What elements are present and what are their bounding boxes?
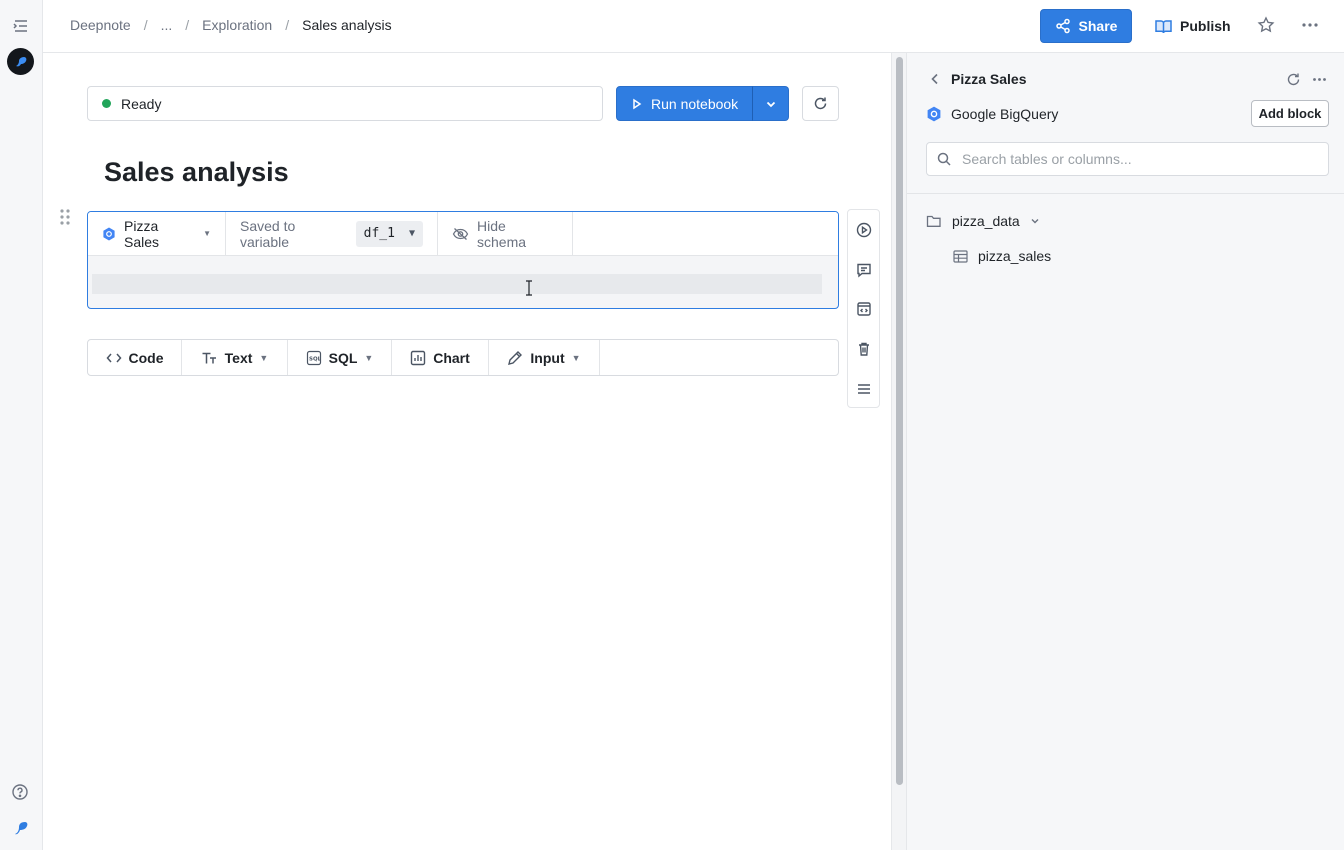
hide-schema-label: Hide schema — [477, 217, 527, 250]
add-code-button[interactable]: Code — [88, 340, 182, 375]
chevron-down-icon — [1030, 216, 1040, 226]
publish-button[interactable]: Publish — [1151, 9, 1235, 43]
sql-icon: SQL — [306, 350, 322, 366]
deepnote-logo[interactable] — [7, 48, 34, 75]
breadcrumb-item-exploration[interactable]: Exploration — [202, 17, 272, 33]
refresh-icon[interactable] — [1286, 72, 1301, 87]
add-text-button[interactable]: Text ▼ — [182, 340, 288, 375]
search-input[interactable] — [962, 151, 1312, 167]
saved-to-variable-label: Saved to variable — [240, 217, 296, 250]
kernel-status[interactable]: Ready — [87, 86, 603, 121]
eye-off-icon — [452, 227, 469, 241]
caret-down-icon: ▼ — [259, 352, 269, 363]
add-input-button[interactable]: Input ▼ — [489, 340, 600, 375]
folder-icon — [926, 214, 942, 228]
tree-item-table[interactable]: pizza_sales — [953, 248, 1051, 264]
breadcrumb-item-ellipsis[interactable]: ... — [161, 17, 173, 33]
add-chart-label: Chart — [433, 349, 470, 366]
caret-down-icon: ▼ — [203, 229, 211, 238]
breadcrumb-item-deepnote[interactable]: Deepnote — [70, 17, 131, 33]
refresh-icon — [813, 96, 828, 111]
menu-icon[interactable] — [856, 381, 872, 397]
bigquery-icon — [102, 227, 116, 241]
add-sql-label: SQL — [328, 349, 358, 366]
play-icon — [631, 98, 643, 110]
breadcrumb: Deepnote / ... / Exploration / Sales ana… — [70, 17, 392, 33]
caret-down-icon: ▼ — [408, 228, 415, 239]
top-bar: Deepnote / ... / Exploration / Sales ana… — [43, 0, 1344, 53]
sql-editor[interactable] — [92, 274, 822, 294]
variable-name: df_1 — [363, 226, 395, 241]
panel-divider — [907, 193, 1344, 194]
share-label: Share — [1078, 18, 1118, 34]
notebook-scrollbar[interactable] — [891, 53, 906, 850]
left-rail — [0, 0, 43, 850]
run-block-icon[interactable] — [856, 222, 872, 238]
add-chart-button[interactable]: Chart — [392, 340, 489, 375]
help-icon[interactable] — [11, 783, 31, 803]
data-source-selector[interactable]: Pizza Sales ▼ — [88, 212, 226, 255]
hide-schema-button[interactable]: Hide schema — [438, 212, 573, 255]
search-icon — [937, 152, 951, 166]
tree-item-folder[interactable]: pizza_data — [926, 213, 1040, 229]
breadcrumb-current[interactable]: Sales analysis — [302, 17, 392, 33]
caret-down-icon: ▼ — [364, 352, 374, 363]
block-actions-toolbar — [847, 209, 880, 408]
notebook-area: Ready Run notebook Sales analysis Pizza … — [43, 53, 891, 850]
panel-title: Pizza Sales — [951, 71, 1027, 87]
caret-down-icon: ▼ — [571, 352, 581, 363]
integration-name: Google BigQuery — [951, 106, 1059, 122]
status-label: Ready — [121, 95, 162, 112]
text-cursor-icon — [524, 280, 534, 296]
table-name: pizza_sales — [978, 248, 1052, 264]
code-icon — [106, 352, 122, 364]
status-dot-icon — [102, 99, 111, 108]
publish-label: Publish — [1180, 18, 1231, 34]
chart-icon — [410, 350, 426, 366]
chevron-down-icon — [765, 98, 777, 110]
add-input-label: Input — [530, 349, 565, 366]
add-code-label: Code — [128, 349, 164, 366]
add-text-label: Text — [224, 349, 253, 366]
share-icon — [1055, 18, 1071, 34]
add-sql-button[interactable]: SQL SQL ▼ — [288, 340, 392, 375]
trash-icon[interactable] — [856, 341, 872, 357]
more-options-icon[interactable] — [1312, 72, 1327, 87]
chevron-left-icon[interactable] — [928, 72, 942, 86]
data-source-label: Pizza Sales — [124, 217, 160, 250]
run-notebook-button[interactable]: Run notebook — [616, 86, 753, 121]
collapse-sidebar-icon[interactable] — [11, 16, 31, 36]
share-button[interactable]: Share — [1040, 9, 1132, 43]
drag-handle-icon[interactable] — [59, 208, 71, 226]
notebook-title[interactable]: Sales analysis — [104, 157, 289, 188]
comment-icon[interactable] — [856, 262, 872, 278]
run-options-dropdown[interactable] — [752, 86, 789, 121]
saved-variable-section: Saved to variable df_1 ▼ — [226, 212, 438, 255]
run-notebook-label: Run notebook — [651, 95, 739, 112]
restart-kernel-button[interactable] — [802, 86, 839, 121]
variable-name-select[interactable]: df_1 ▼ — [355, 220, 423, 247]
schema-search — [926, 142, 1329, 176]
integration-row: Google BigQuery — [926, 106, 1058, 122]
code-view-icon[interactable] — [856, 301, 872, 317]
star-icon[interactable] — [1257, 16, 1277, 36]
svg-text:SQL: SQL — [309, 356, 322, 362]
deepnote-bird-icon[interactable] — [11, 818, 31, 838]
book-icon — [1155, 19, 1172, 34]
scrollbar-thumb[interactable] — [896, 57, 903, 785]
pencil-icon — [507, 350, 523, 366]
folder-name: pizza_data — [952, 213, 1020, 229]
table-icon — [953, 249, 968, 263]
sql-block-header: Pizza Sales ▼ Saved to variable df_1 ▼ H… — [88, 212, 838, 256]
bigquery-icon — [926, 106, 942, 122]
sql-block: Pizza Sales ▼ Saved to variable df_1 ▼ H… — [87, 211, 839, 309]
schema-panel: Pizza Sales Google BigQuery Add block pi… — [906, 53, 1344, 850]
more-options-icon[interactable] — [1301, 16, 1321, 36]
text-icon — [201, 351, 218, 365]
add-block-bar: Code Text ▼ SQL SQL ▼ Chart Input ▼ — [87, 339, 839, 376]
add-block-button[interactable]: Add block — [1251, 100, 1329, 127]
